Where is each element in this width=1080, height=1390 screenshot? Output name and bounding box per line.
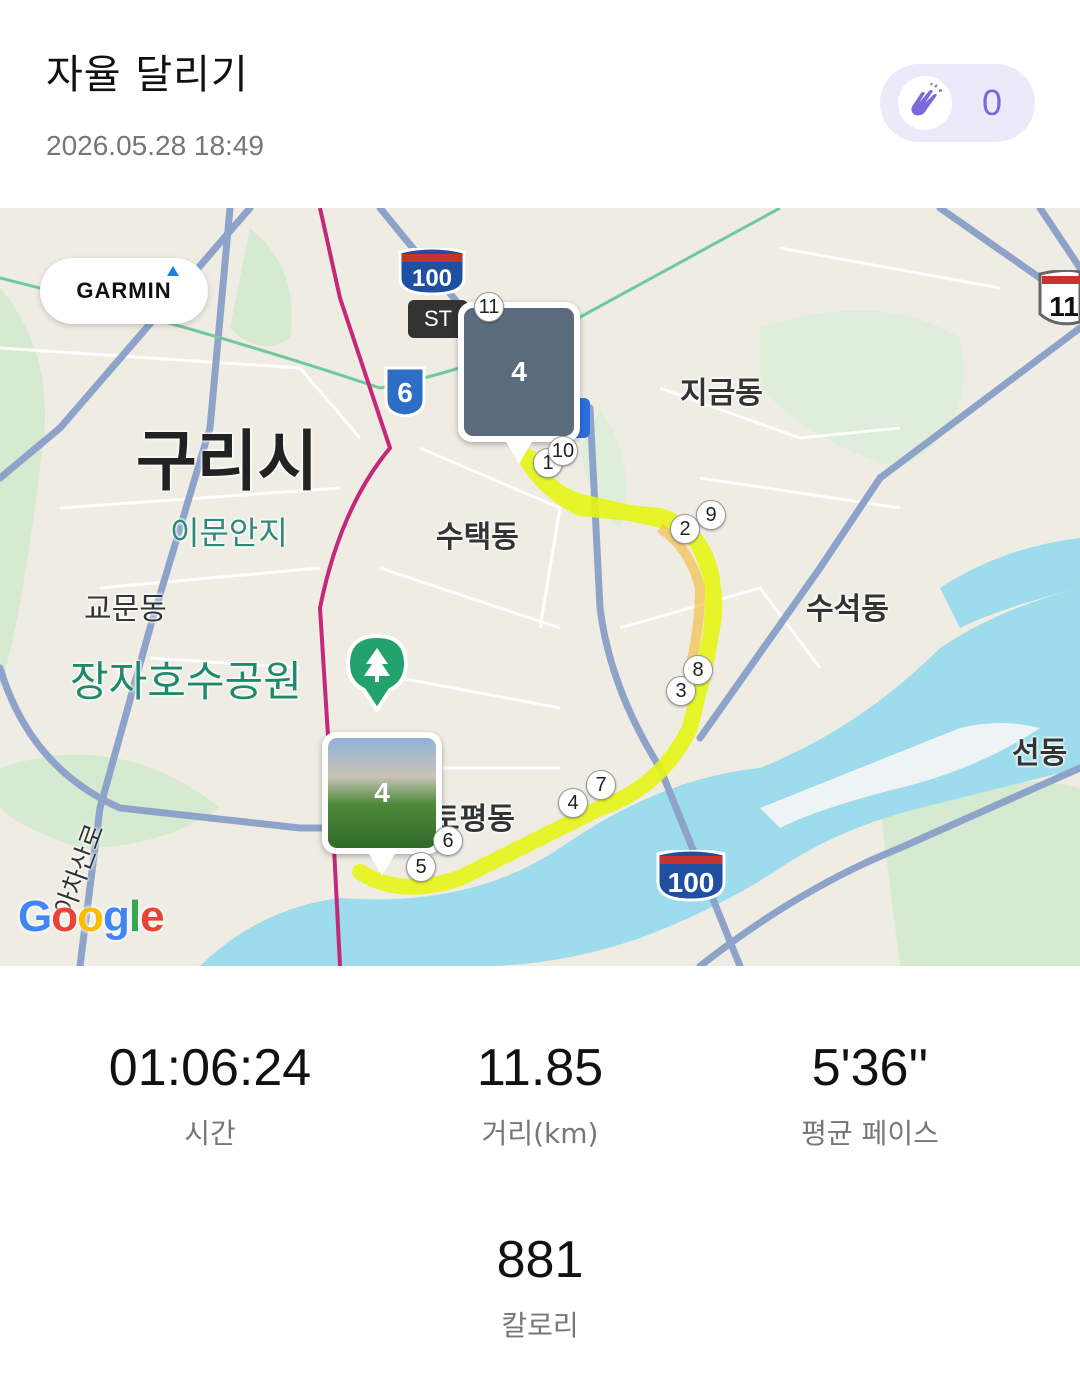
- stat-calories-label: 칼로리: [501, 1309, 579, 1342]
- map-label-seon: 선동: [1012, 736, 1068, 771]
- route-map[interactable]: 100 100 6 11 ST GARMIN 구리시 이문안지 교문동 장자호수…: [0, 208, 1080, 966]
- stat-time: 01:06:24 시간: [30, 1038, 390, 1152]
- km-marker: 5: [406, 852, 436, 882]
- photo-count-badge: 4: [511, 356, 527, 387]
- stat-calories: 881 칼로리: [360, 1230, 720, 1344]
- map-label-imunanji: 이문안지: [170, 514, 288, 552]
- stat-time-value: 01:06:24: [108, 1039, 312, 1097]
- km-marker: 8: [683, 655, 713, 685]
- stat-distance: 11.85 거리(km): [360, 1038, 720, 1152]
- google-logo: Google: [18, 892, 165, 941]
- stat-distance-label: 거리(km): [481, 1117, 599, 1150]
- map-label-jigeum: 지금동: [680, 376, 763, 411]
- svg-text:100: 100: [412, 265, 452, 292]
- clap-button[interactable]: 0: [880, 64, 1035, 142]
- map-label-jangja: 장자호수공원: [70, 657, 302, 706]
- activity-header: 자율 달리기 2026.05.28 18:49 0: [0, 0, 1080, 208]
- activity-stats: 01:06:24 시간 11.85 거리(km) 5'36'' 평균 페이스 8…: [0, 966, 1080, 1390]
- map-label-suseok: 수석동: [806, 592, 889, 627]
- km-marker: 7: [586, 770, 616, 800]
- route-right-shield-icon: 11: [1038, 270, 1080, 326]
- stat-calories-value: 881: [496, 1231, 584, 1289]
- stat-time-label: 시간: [184, 1117, 236, 1150]
- route-100-shield-icon-bottom: 100: [656, 850, 726, 902]
- clap-count: 0: [982, 82, 1003, 123]
- clap-hands-icon: [898, 76, 952, 130]
- stat-distance-value: 11.85: [476, 1039, 604, 1097]
- svg-text:11: 11: [1049, 291, 1079, 322]
- photo-marker-top[interactable]: 4: [458, 302, 580, 464]
- km-marker: 6: [433, 826, 463, 856]
- km-marker: 11: [474, 292, 504, 322]
- svg-text:6: 6: [397, 377, 413, 408]
- map-label-gyomun: 교문동: [84, 592, 167, 627]
- park-pin-icon[interactable]: [344, 632, 410, 712]
- route-6-shield-icon: 6: [384, 366, 426, 418]
- activity-title: 자율 달리기: [46, 52, 249, 98]
- photo-count-badge: 4: [374, 777, 390, 808]
- garmin-logo: GARMIN: [40, 258, 208, 324]
- stat-pace: 5'36'' 평균 페이스: [690, 1038, 1050, 1152]
- map-label-guri: 구리시: [136, 423, 319, 500]
- stat-pace-label: 평균 페이스: [801, 1117, 939, 1150]
- activity-datetime: 2026.05.28 18:49: [46, 130, 264, 161]
- photo-marker-bottom[interactable]: 4: [322, 732, 442, 876]
- svg-text:100: 100: [668, 867, 715, 898]
- km-marker: 9: [696, 500, 726, 530]
- route-100-shield-icon: 100: [398, 248, 466, 296]
- km-marker: 4: [558, 788, 588, 818]
- stat-pace-value: 5'36'': [811, 1039, 929, 1097]
- garmin-delta-icon: [167, 266, 179, 276]
- map-label-sutaek: 수택동: [436, 520, 519, 555]
- km-marker: 10: [548, 436, 578, 466]
